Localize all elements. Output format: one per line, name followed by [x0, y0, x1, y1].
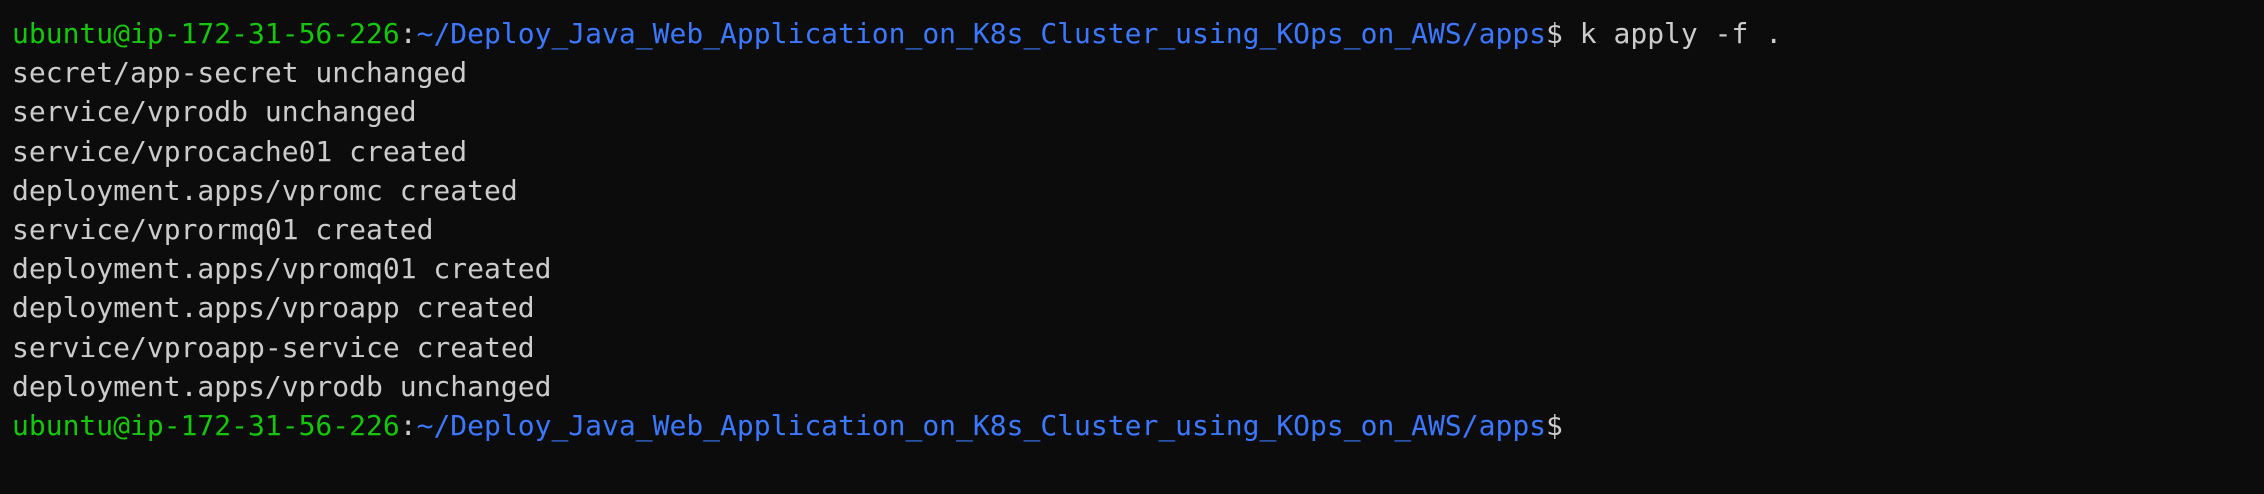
terminal-window[interactable]: ubuntu@ip-172-31-56-226:~/Deploy_Java_We… — [0, 0, 2264, 494]
output-line: service/vprodb unchanged — [12, 95, 417, 129]
current-prompt-line[interactable]: ubuntu@ip-172-31-56-226:~/Deploy_Java_We… — [12, 406, 2264, 445]
prompt-symbol: $ — [1546, 408, 1563, 442]
command-text: k apply -f . — [1562, 17, 1783, 50]
output-line: service/vprormq01 created — [12, 212, 434, 246]
prompt-path: ~/Deploy_Java_Web_Application_on_K8s_Clu… — [416, 408, 1547, 442]
output-line: deployment.apps/vpromc created — [12, 173, 518, 207]
output-line: service/vprocache01 created — [12, 134, 468, 168]
output-line: deployment.apps/vpromq01 created — [12, 252, 552, 286]
command-line: ubuntu@ip-172-31-56-226:~/Deploy_Java_We… — [12, 14, 2264, 53]
output-line: deployment.apps/vprodb unchanged — [12, 369, 552, 403]
prompt-path: ~/Deploy_Java_Web_Application_on_K8s_Clu… — [416, 17, 1547, 50]
prompt-symbol: $ — [1546, 17, 1563, 50]
prompt-separator: : — [399, 408, 417, 442]
output-line: secret/app-secret unchanged — [12, 56, 468, 90]
prompt-separator: : — [399, 17, 417, 50]
output-line: service/vproapp-service created — [12, 330, 535, 364]
prompt-user-host: ubuntu@ip-172-31-56-226 — [12, 408, 400, 442]
output-line: deployment.apps/vproapp created — [12, 291, 535, 325]
prompt-user-host: ubuntu@ip-172-31-56-226 — [12, 17, 400, 50]
